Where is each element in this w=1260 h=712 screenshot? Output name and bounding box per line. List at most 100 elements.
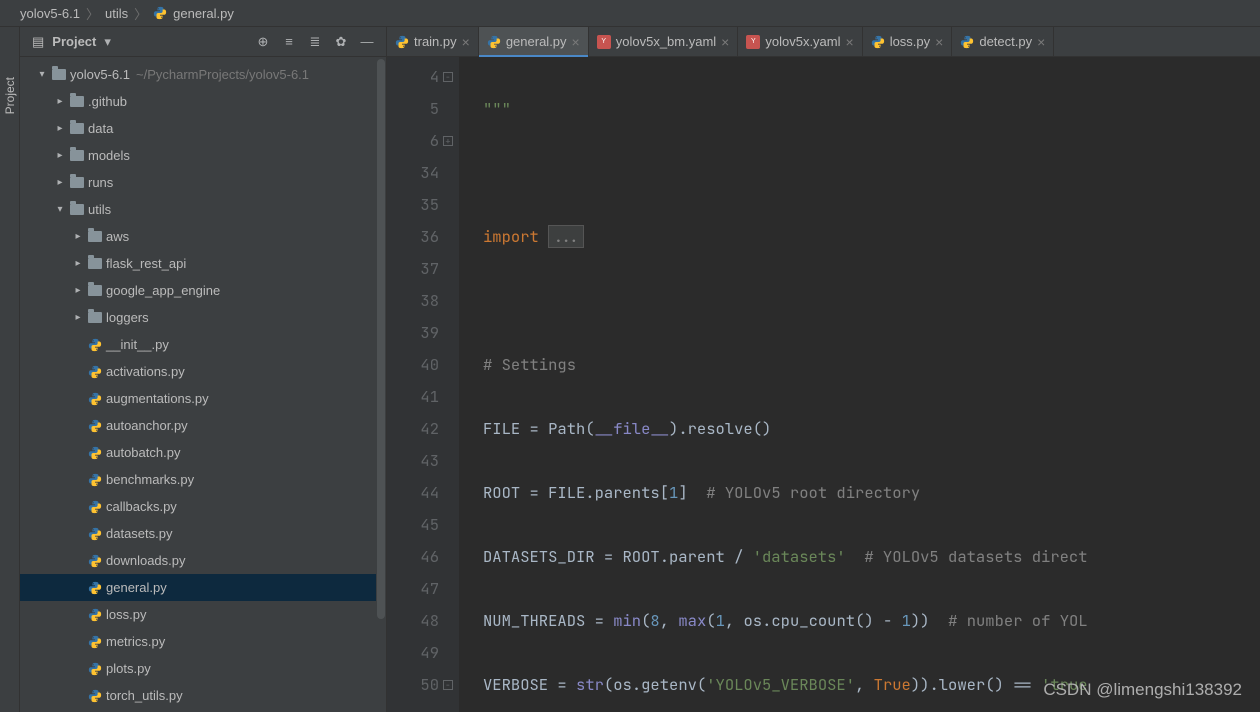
code-text: ).resolve(): [669, 418, 771, 439]
tree-item-general.py[interactable]: general.py: [20, 574, 386, 601]
hide-icon[interactable]: —: [356, 31, 378, 53]
gutter-line[interactable]: 46: [387, 541, 439, 573]
tab-detect.py[interactable]: detect.py ×: [952, 27, 1054, 56]
gutter-line[interactable]: 4−: [387, 61, 439, 93]
gutter-line[interactable]: 45: [387, 509, 439, 541]
close-icon[interactable]: ×: [721, 34, 729, 50]
settings-icon[interactable]: ✿: [330, 31, 352, 53]
code-editor[interactable]: 4−56+3435363738394041424344454647484950−…: [387, 57, 1260, 712]
python-file-icon: [153, 6, 167, 20]
gutter-line[interactable]: 34: [387, 157, 439, 189]
code-text: # Settings: [483, 354, 576, 375]
breadcrumb-root[interactable]: yolov5-6.1: [20, 6, 80, 21]
collapse-all-icon[interactable]: ≣: [304, 31, 326, 53]
tree-item-autoanchor.py[interactable]: autoanchor.py: [20, 412, 386, 439]
project-panel: ▤ Project ▾ ⊕ ≡ ≣ ✿ — ▾ yolov5-6.1~/Pych…: [20, 27, 387, 712]
dropdown-icon[interactable]: ▾: [104, 34, 111, 50]
tree-item-models[interactable]: ▸ models: [20, 142, 386, 169]
code-text: DATASETS_DIR = ROOT.parent /: [483, 546, 753, 567]
tree-scrollbar-thumb[interactable]: [377, 59, 385, 619]
tree-arrow[interactable]: ▸: [70, 312, 86, 323]
gutter-line[interactable]: 35: [387, 189, 439, 221]
tree-item-runs[interactable]: ▸ runs: [20, 169, 386, 196]
code-text: __file__: [595, 418, 669, 439]
code-text: ]: [678, 482, 706, 503]
close-icon[interactable]: ×: [462, 34, 470, 50]
breadcrumb-file[interactable]: general.py: [173, 6, 234, 21]
tree-item-plots.py[interactable]: plots.py: [20, 655, 386, 682]
tab-yolov5x_bm.yaml[interactable]: Yyolov5x_bm.yaml ×: [589, 27, 739, 56]
breadcrumb-dir[interactable]: utils: [105, 6, 128, 21]
yaml-file-icon: Y: [597, 35, 611, 49]
tree-item-google_app_engine[interactable]: ▸ google_app_engine: [20, 277, 386, 304]
close-icon[interactable]: ×: [1037, 34, 1045, 50]
tree-item-flask_rest_api[interactable]: ▸ flask_rest_api: [20, 250, 386, 277]
code-fold[interactable]: ...: [548, 225, 584, 248]
gutter-line[interactable]: 6+: [387, 125, 439, 157]
gutter-line[interactable]: 47: [387, 573, 439, 605]
code-text: ,: [660, 610, 679, 631]
gutter-line[interactable]: 49: [387, 637, 439, 669]
gutter-line[interactable]: 39: [387, 317, 439, 349]
code-text: ,: [855, 674, 874, 695]
tree-arrow[interactable]: ▸: [70, 285, 86, 296]
tree-item-utils[interactable]: ▾ utils: [20, 196, 386, 223]
tab-yolov5x.yaml[interactable]: Yyolov5x.yaml ×: [738, 27, 862, 56]
gutter-line[interactable]: 44: [387, 477, 439, 509]
tab-general.py[interactable]: general.py ×: [479, 27, 589, 56]
tree-arrow[interactable]: ▸: [52, 150, 68, 161]
tree-item-datasets.py[interactable]: datasets.py: [20, 520, 386, 547]
breadcrumb[interactable]: yolov5-6.1 〉 utils 〉 general.py: [0, 0, 1260, 27]
gutter-line[interactable]: 40: [387, 349, 439, 381]
gutter-line[interactable]: 41: [387, 381, 439, 413]
project-tool-button[interactable]: Project: [3, 77, 17, 114]
tab-train.py[interactable]: train.py ×: [387, 27, 479, 56]
tree-arrow[interactable]: ▾: [34, 69, 50, 80]
tree-item-aws[interactable]: ▸ aws: [20, 223, 386, 250]
tree-item-downloads.py[interactable]: downloads.py: [20, 547, 386, 574]
gutter-line[interactable]: 36: [387, 221, 439, 253]
tab-loss.py[interactable]: loss.py ×: [863, 27, 953, 56]
close-icon[interactable]: ×: [846, 34, 854, 50]
tree-icon: [86, 554, 104, 568]
gutter-line[interactable]: 50−: [387, 669, 439, 701]
code-content[interactable]: """ import ... # Settings FILE = Path(__…: [459, 57, 1260, 712]
gutter-line[interactable]: 48: [387, 605, 439, 637]
close-icon[interactable]: ×: [572, 34, 580, 50]
gutter-line[interactable]: 43: [387, 445, 439, 477]
tree-item-callbacks.py[interactable]: callbacks.py: [20, 493, 386, 520]
fold-icon[interactable]: −: [443, 72, 453, 82]
tree-item-yolov5-6.1[interactable]: ▾ yolov5-6.1~/PycharmProjects/yolov5-6.1: [20, 61, 386, 88]
tree-item-metrics.py[interactable]: metrics.py: [20, 628, 386, 655]
fold-icon[interactable]: +: [443, 136, 453, 146]
tree-arrow[interactable]: ▸: [52, 177, 68, 188]
tree-arrow[interactable]: ▸: [70, 231, 86, 242]
tree-arrow[interactable]: ▸: [70, 258, 86, 269]
tree-item-augmentations.py[interactable]: augmentations.py: [20, 385, 386, 412]
tree-icon: [86, 608, 104, 622]
gutter-line[interactable]: 42: [387, 413, 439, 445]
gutter-line[interactable]: 37: [387, 253, 439, 285]
tree-item-benchmarks.py[interactable]: benchmarks.py: [20, 466, 386, 493]
tree-arrow[interactable]: ▸: [52, 96, 68, 107]
tree-item-activations.py[interactable]: activations.py: [20, 358, 386, 385]
gutter[interactable]: 4−56+3435363738394041424344454647484950−: [387, 57, 459, 712]
tree-item-.github[interactable]: ▸ .github: [20, 88, 386, 115]
tree-item-torch_utils.py[interactable]: torch_utils.py: [20, 682, 386, 709]
tree-arrow[interactable]: ▾: [52, 204, 68, 215]
gutter-line[interactable]: 38: [387, 285, 439, 317]
project-tree[interactable]: ▾ yolov5-6.1~/PycharmProjects/yolov5-6.1…: [20, 57, 386, 712]
tree-item-loss.py[interactable]: loss.py: [20, 601, 386, 628]
tree-item-loggers[interactable]: ▸ loggers: [20, 304, 386, 331]
tree-item-__init__.py[interactable]: __init__.py: [20, 331, 386, 358]
expand-all-icon[interactable]: ≡: [278, 31, 300, 53]
tree-item-autobatch.py[interactable]: autobatch.py: [20, 439, 386, 466]
fold-icon[interactable]: −: [443, 680, 453, 690]
gutter-line[interactable]: 5: [387, 93, 439, 125]
tree-item-data[interactable]: ▸ data: [20, 115, 386, 142]
code-text: # YOLOv5 root directory: [706, 482, 920, 503]
close-icon[interactable]: ×: [935, 34, 943, 50]
tree-scrollbar[interactable]: [376, 57, 386, 712]
tree-arrow[interactable]: ▸: [52, 123, 68, 134]
select-opened-file-icon[interactable]: ⊕: [252, 31, 274, 53]
